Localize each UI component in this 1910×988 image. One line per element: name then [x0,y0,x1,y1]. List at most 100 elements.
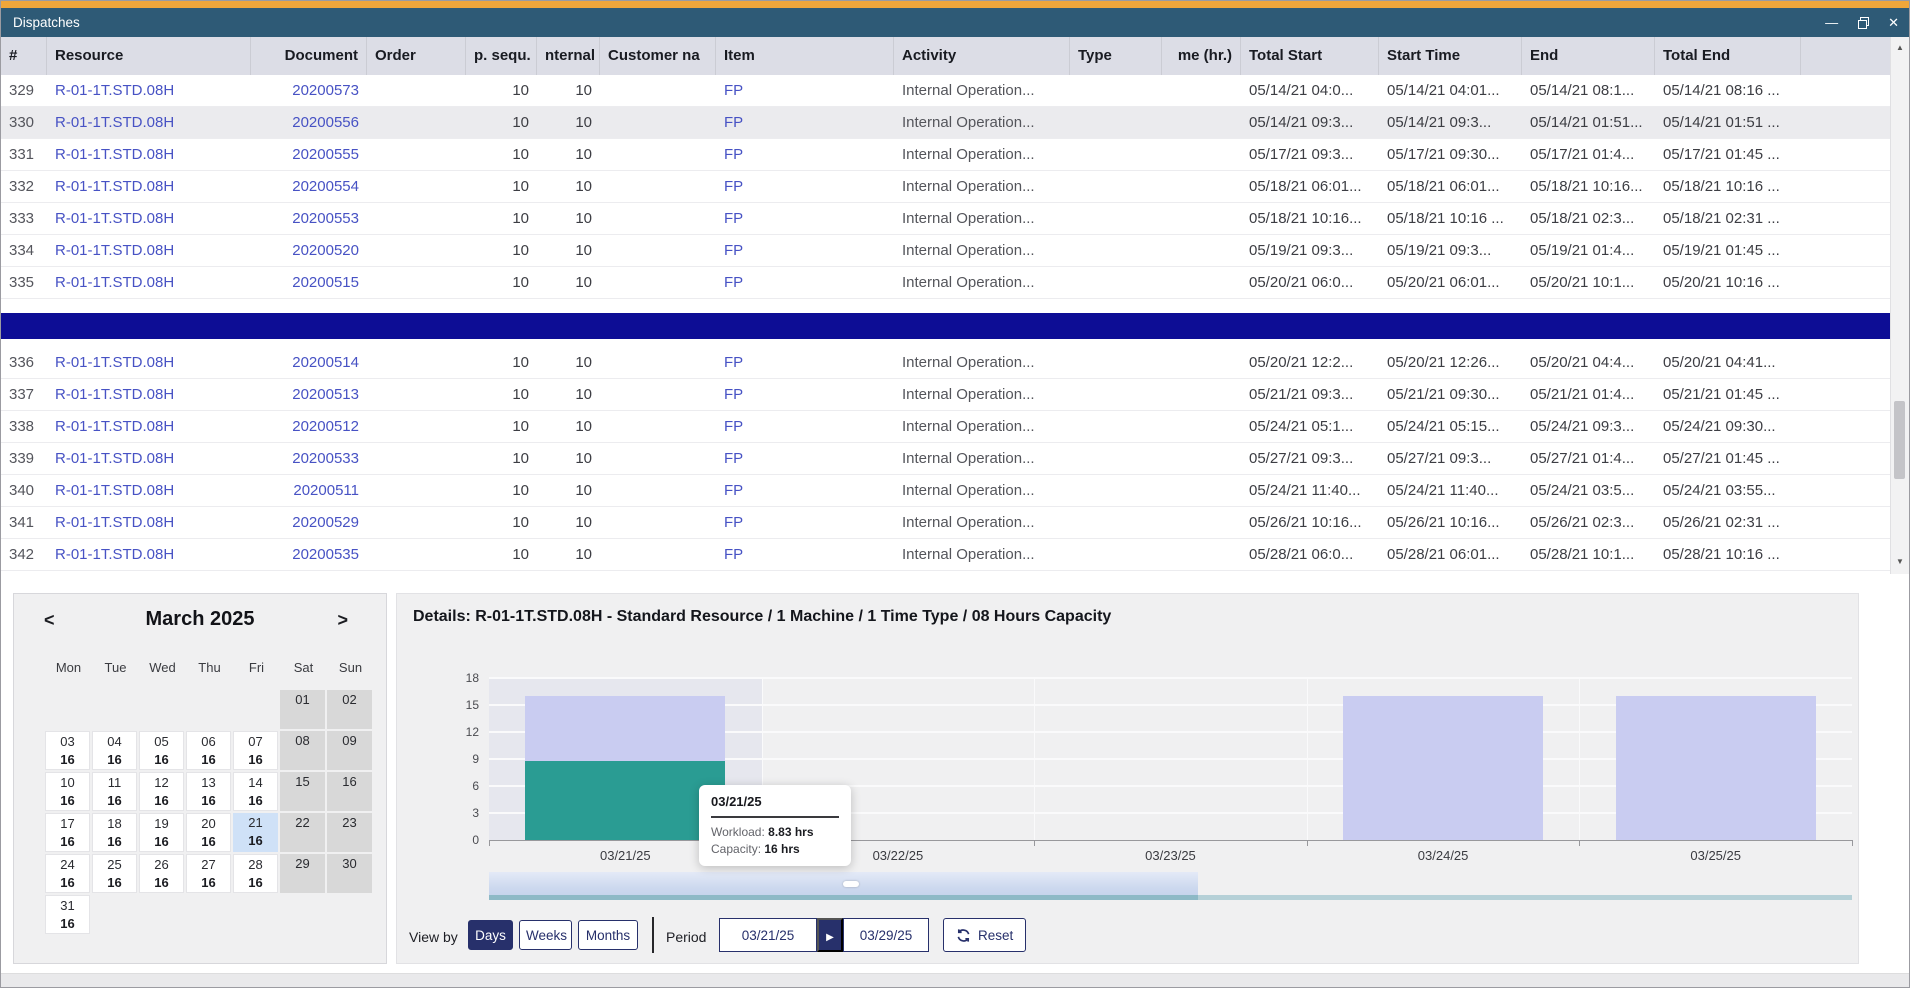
calendar-day-22[interactable]: 22 [280,813,325,852]
close-icon[interactable]: ✕ [1888,16,1899,29]
calendar-day-15[interactable]: 15 [280,772,325,811]
item-link[interactable]: FP [716,475,894,506]
column-header-start_time[interactable]: Start Time [1379,37,1522,75]
calendar-day-17[interactable]: 1716 [45,813,90,852]
item-link[interactable]: FP [716,235,894,266]
capacity-bar-4[interactable] [1616,696,1816,840]
vertical-scrollbar[interactable]: ▲ ▼ [1890,37,1909,574]
calendar-day-02[interactable]: 02 [327,690,372,729]
calendar-day-10[interactable]: 1016 [45,772,90,811]
table-row-337[interactable]: 337R-01-1T.STD.08H202005131010FPInternal… [1,379,1891,411]
table-row-338[interactable]: 338R-01-1T.STD.08H202005121010FPInternal… [1,411,1891,443]
item-link[interactable]: FP [716,379,894,410]
resource-link[interactable]: R-01-1T.STD.08H [47,507,251,538]
document-link[interactable]: 20200529 [251,507,367,538]
item-link[interactable]: FP [716,171,894,202]
column-header-num[interactable]: # [1,37,47,75]
item-link[interactable]: FP [716,507,894,538]
calendar-day-07[interactable]: 0716 [233,731,278,770]
resource-link[interactable]: R-01-1T.STD.08H [47,75,251,106]
resource-link[interactable]: R-01-1T.STD.08H [47,235,251,266]
restore-icon[interactable] [1858,16,1868,29]
calendar-day-11[interactable]: 1116 [92,772,137,811]
capacity-bar-3[interactable] [1343,696,1543,840]
period-end-button[interactable]: 03/29/25 [843,918,929,952]
item-link[interactable]: FP [716,411,894,442]
document-link[interactable]: 20200512 [251,411,367,442]
table-row-329[interactable]: 329R-01-1T.STD.08H202005731010FPInternal… [1,75,1891,107]
calendar-day-27[interactable]: 2716 [186,854,231,893]
calendar-day-01[interactable]: 01 [280,690,325,729]
column-header-total_start[interactable]: Total Start [1241,37,1379,75]
calendar-day-09[interactable]: 09 [327,731,372,770]
calendar-day-13[interactable]: 1316 [186,772,231,811]
view-by-weeks-button[interactable]: Weeks [519,920,572,950]
scroll-up-icon[interactable]: ▲ [1891,43,1909,52]
table-row-342[interactable]: 342R-01-1T.STD.08H202005351010FPInternal… [1,539,1891,571]
item-link[interactable]: FP [716,203,894,234]
resource-link[interactable]: R-01-1T.STD.08H [47,379,251,410]
calendar-day-05[interactable]: 0516 [139,731,184,770]
column-header-op_sequ[interactable]: p. sequ. [466,37,537,75]
document-link[interactable]: 20200520 [251,235,367,266]
calendar-day-12[interactable]: 1216 [139,772,184,811]
table-row-336[interactable]: 336R-01-1T.STD.08H202005141010FPInternal… [1,347,1891,379]
chart-range-brush[interactable] [489,872,1852,900]
calendar-day-23[interactable]: 23 [327,813,372,852]
calendar-prev-button[interactable]: < [44,610,55,631]
document-link[interactable]: 20200513 [251,379,367,410]
column-header-document[interactable]: Document [251,37,367,75]
column-header-total_end[interactable]: Total End [1655,37,1801,75]
calendar-day-18[interactable]: 1816 [92,813,137,852]
column-header-end[interactable]: End [1522,37,1655,75]
resource-link[interactable]: R-01-1T.STD.08H [47,267,251,298]
item-link[interactable]: FP [716,267,894,298]
document-link[interactable]: 20200533 [251,443,367,474]
calendar-day-21[interactable]: 2116 [233,813,278,852]
item-link[interactable]: FP [716,443,894,474]
calendar-day-28[interactable]: 2816 [233,854,278,893]
calendar-day-16[interactable]: 16 [327,772,372,811]
table-row-339[interactable]: 339R-01-1T.STD.08H202005331010FPInternal… [1,443,1891,475]
resource-link[interactable]: R-01-1T.STD.08H [47,347,251,378]
table-row-331[interactable]: 331R-01-1T.STD.08H202005551010FPInternal… [1,139,1891,171]
table-row-333[interactable]: 333R-01-1T.STD.08H202005531010FPInternal… [1,203,1891,235]
period-next-button[interactable]: ▶ [817,918,843,952]
column-header-time_hr[interactable]: me (hr.) [1162,37,1241,75]
resource-link[interactable]: R-01-1T.STD.08H [47,107,251,138]
scrollbar-thumb[interactable] [1894,401,1905,479]
resource-link[interactable]: R-01-1T.STD.08H [47,171,251,202]
column-header-activity[interactable]: Activity [894,37,1070,75]
calendar-day-19[interactable]: 1916 [139,813,184,852]
resource-link[interactable]: R-01-1T.STD.08H [47,139,251,170]
column-header-order[interactable]: Order [367,37,466,75]
calendar-day-29[interactable]: 29 [280,854,325,893]
table-row-334[interactable]: 334R-01-1T.STD.08H202005201010FPInternal… [1,235,1891,267]
resource-link[interactable]: R-01-1T.STD.08H [47,203,251,234]
table-row-340[interactable]: 340R-01-1T.STD.08H202005111010FPInternal… [1,475,1891,507]
document-link[interactable]: 20200515 [251,267,367,298]
document-link[interactable]: 20200573 [251,75,367,106]
brush-handle[interactable] [843,881,859,887]
document-link[interactable]: 20200553 [251,203,367,234]
resource-link[interactable]: R-01-1T.STD.08H [47,411,251,442]
workload-bar-0[interactable] [525,761,725,840]
column-header-item[interactable]: Item [716,37,894,75]
document-link[interactable]: 20200511 [251,475,367,506]
calendar-day-08[interactable]: 08 [280,731,325,770]
item-link[interactable]: FP [716,75,894,106]
item-link[interactable]: FP [716,539,894,570]
calendar-day-03[interactable]: 0316 [45,731,90,770]
document-link[interactable]: 20200555 [251,139,367,170]
view-by-months-button[interactable]: Months [578,920,638,950]
item-link[interactable]: FP [716,139,894,170]
item-link[interactable]: FP [716,347,894,378]
minimize-icon[interactable]: ― [1825,16,1838,29]
table-row-341[interactable]: 341R-01-1T.STD.08H202005291010FPInternal… [1,507,1891,539]
calendar-day-06[interactable]: 0616 [186,731,231,770]
calendar-day-24[interactable]: 2416 [45,854,90,893]
column-header-customer[interactable]: Customer na [600,37,716,75]
column-header-internal[interactable]: nternal [537,37,600,75]
current-date-divider-row[interactable] [1,313,1891,339]
calendar-day-26[interactable]: 2616 [139,854,184,893]
